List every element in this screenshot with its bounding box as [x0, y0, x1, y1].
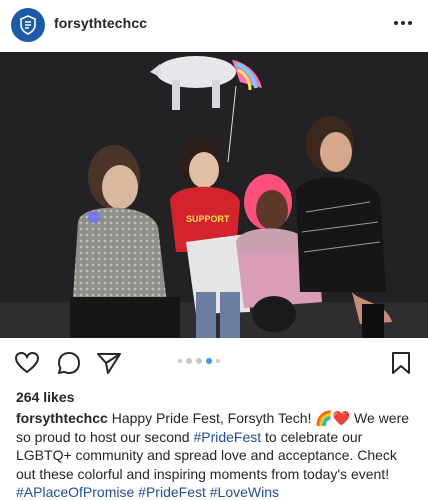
- carousel-dot-active: [206, 358, 212, 364]
- hashtag-link[interactable]: #PrideFest: [138, 484, 206, 500]
- comment-icon[interactable]: [56, 350, 82, 376]
- action-bar: [0, 338, 428, 386]
- hashtag-link[interactable]: #LoveWins: [210, 484, 279, 500]
- more-horizontal-icon: [394, 21, 412, 25]
- shield-logo-icon: [20, 15, 36, 35]
- heart-icon[interactable]: [14, 350, 40, 376]
- username[interactable]: forsythtechcc: [54, 15, 147, 31]
- send-icon[interactable]: [96, 350, 122, 376]
- post-caption: forsythtechcc Happy Pride Fest, Forsyth …: [16, 409, 416, 500]
- caption-username[interactable]: forsythtechcc: [16, 410, 108, 426]
- likes-count[interactable]: 264 likes: [16, 389, 74, 405]
- carousel-dot: [186, 358, 192, 364]
- more-options-button[interactable]: [390, 12, 416, 34]
- svg-text:SUPPORT: SUPPORT: [186, 214, 230, 224]
- carousel-dot: [196, 358, 202, 364]
- carousel-indicator: [178, 358, 220, 364]
- carousel-dot: [216, 359, 220, 363]
- hashtag-link[interactable]: #PrideFest: [193, 429, 261, 445]
- carousel-dot: [178, 359, 182, 363]
- hashtag-link[interactable]: #APlaceOfPromise: [16, 484, 134, 500]
- bookmark-icon[interactable]: [388, 350, 414, 376]
- post-header: forsythtechcc: [0, 0, 428, 50]
- post-photo[interactable]: SUPPORT: [0, 52, 428, 338]
- avatar[interactable]: [11, 8, 45, 42]
